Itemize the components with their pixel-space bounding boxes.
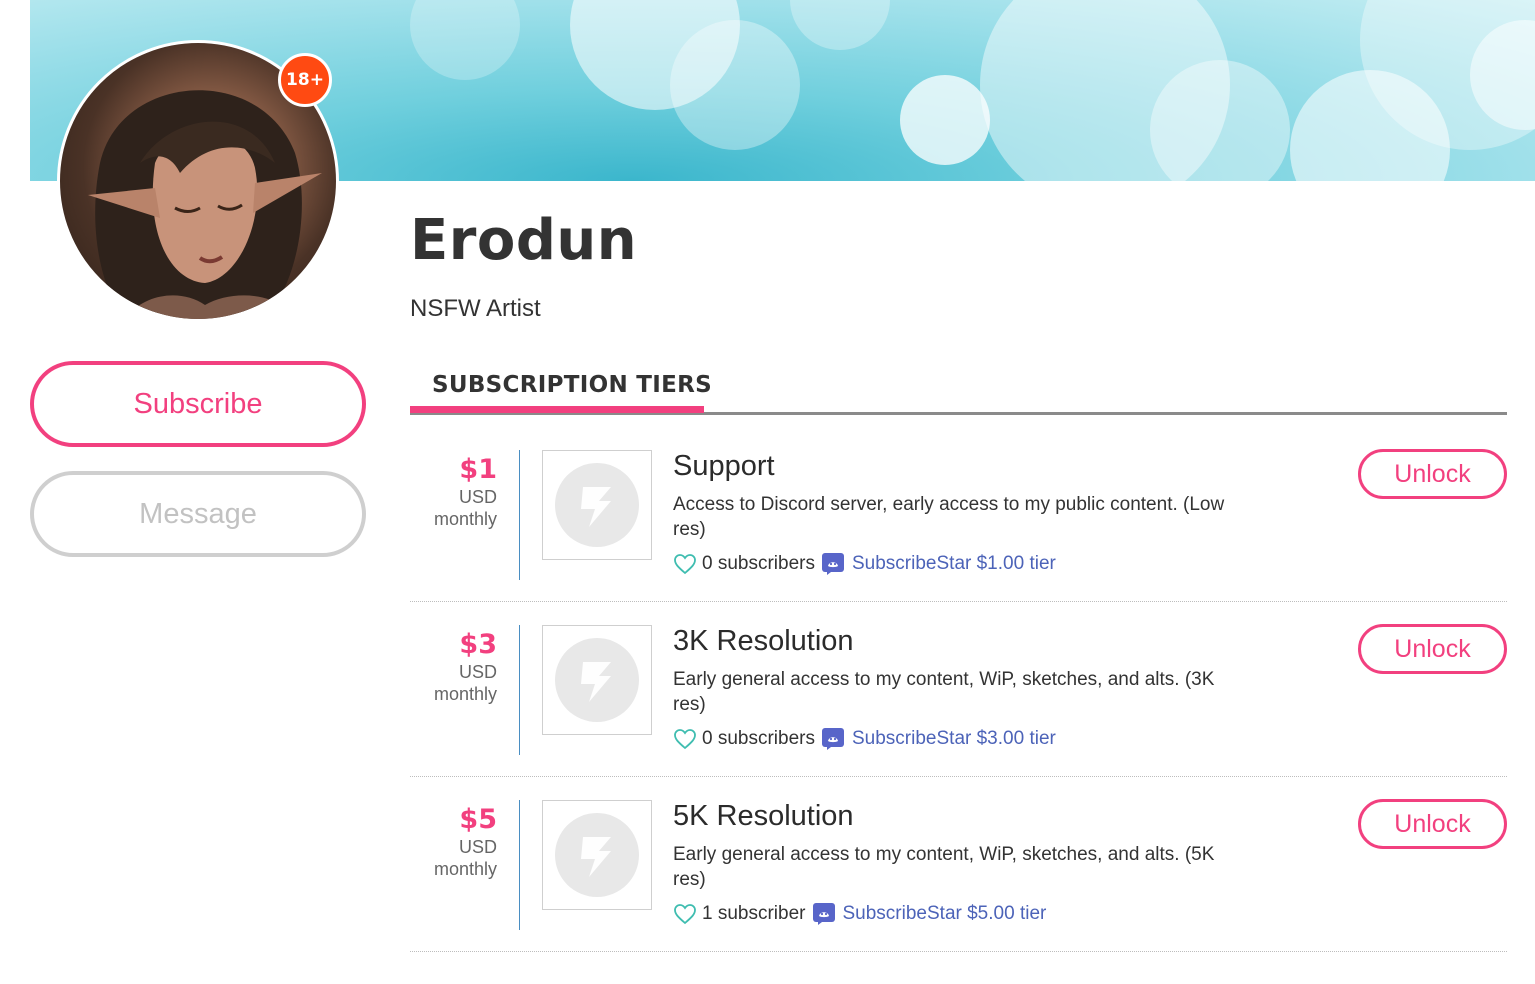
tier-price: $3 USD monthly — [397, 629, 497, 705]
creator-profile-page: 18+ Subscribe Message Erodun NSFW Artist… — [0, 0, 1535, 984]
tier-separator — [410, 776, 1507, 777]
tier-card: $1 USD monthly Support Access to Discord… — [410, 446, 1507, 621]
tier-divider — [519, 625, 520, 755]
tier-divider — [519, 800, 520, 930]
tier-currency: USD — [458, 487, 497, 507]
discord-icon — [822, 553, 844, 575]
tier-discord-link[interactable]: SubscribeStar $1.00 tier — [852, 553, 1056, 575]
heart-outline-icon — [674, 904, 696, 925]
tier-image — [542, 800, 652, 910]
tier-amount: $3 — [459, 629, 497, 660]
tier-description: Access to Discord server, early access t… — [673, 494, 1225, 540]
tier-card: $3 USD monthly 3K Resolution Early gener… — [410, 621, 1507, 796]
tier-currency: USD — [458, 837, 497, 857]
tab-subscription-tiers[interactable]: SUBSCRIPTION TIERS — [432, 372, 712, 398]
discord-icon — [822, 728, 844, 750]
subscribestar-logo-icon — [555, 463, 639, 547]
creator-tagline: NSFW Artist — [410, 295, 541, 322]
creator-name: Erodun — [410, 208, 638, 273]
discord-icon — [812, 903, 835, 925]
tier-amount: $5 — [459, 804, 497, 835]
tier-subscriber-count: 1 subscriber — [702, 903, 806, 924]
tier-subscriber-count: 0 subscribers — [702, 728, 815, 749]
tier-title: 5K Resolution — [673, 800, 854, 832]
tier-image — [542, 450, 652, 560]
tier-meta: 1 subscriber SubscribeStar $5.00 tier — [673, 900, 1046, 928]
tier-subscriber-count: 0 subscribers — [702, 553, 815, 574]
tier-separator — [410, 601, 1507, 602]
heart-outline-icon — [674, 554, 696, 575]
tier-period: monthly — [433, 509, 497, 529]
tier-title: 3K Resolution — [673, 625, 854, 657]
tier-amount: $1 — [459, 454, 497, 485]
tier-description: Early general access to my content, WiP,… — [673, 844, 1215, 890]
unlock-button[interactable]: Unlock — [1358, 449, 1507, 499]
age-restriction-badge: 18+ — [278, 53, 332, 107]
tier-currency: USD — [458, 662, 497, 682]
tier-price: $1 USD monthly — [397, 454, 497, 530]
tier-divider — [519, 450, 520, 580]
tier-period: monthly — [433, 684, 497, 704]
tier-discord-link[interactable]: SubscribeStar $3.00 tier — [852, 728, 1056, 750]
subscribe-button[interactable]: Subscribe — [30, 361, 366, 447]
subscribestar-logo-icon — [555, 813, 639, 897]
active-tab-indicator — [410, 406, 704, 413]
subscribestar-logo-icon — [555, 638, 639, 722]
tier-discord-link[interactable]: SubscribeStar $5.00 tier — [843, 903, 1047, 925]
tier-separator — [410, 951, 1507, 952]
tier-period: monthly — [433, 859, 497, 879]
message-button[interactable]: Message — [30, 471, 366, 557]
tier-price: $5 USD monthly — [397, 804, 497, 880]
tier-meta: 0 subscribers SubscribeStar $1.00 tier — [673, 550, 1056, 578]
tier-meta: 0 subscribers SubscribeStar $3.00 tier — [673, 725, 1056, 753]
tier-card: $5 USD monthly 5K Resolution Early gener… — [410, 796, 1507, 971]
tier-description: Early general access to my content, WiP,… — [673, 669, 1215, 715]
unlock-button[interactable]: Unlock — [1358, 799, 1507, 849]
tier-title: Support — [673, 450, 775, 482]
unlock-button[interactable]: Unlock — [1358, 624, 1507, 674]
heart-outline-icon — [674, 729, 696, 750]
tier-image — [542, 625, 652, 735]
